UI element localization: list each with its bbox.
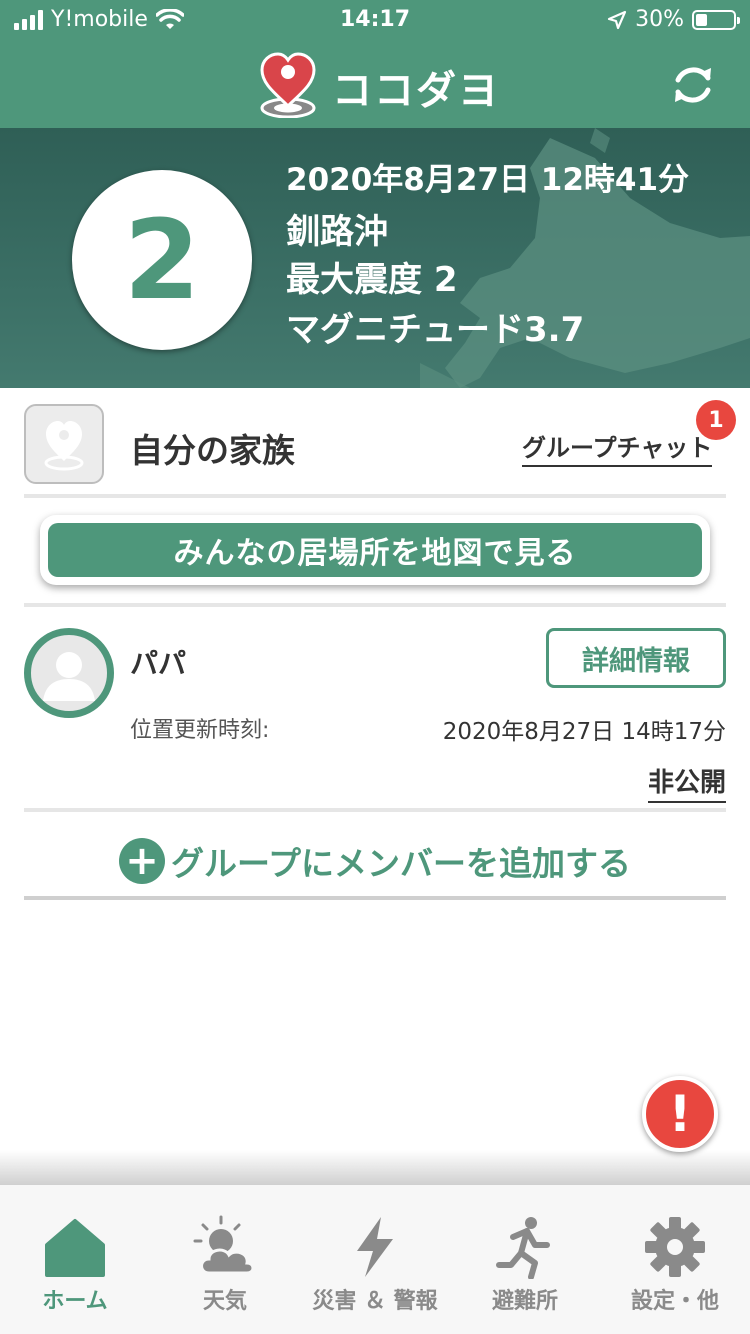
home-icon xyxy=(45,1219,105,1277)
tab-label: 天気 xyxy=(202,1289,247,1314)
refresh-icon[interactable] xyxy=(668,60,718,110)
avatar[interactable] xyxy=(24,628,114,718)
emergency-alert-button[interactable]: ! xyxy=(642,1076,718,1152)
tab-label: 災害 ＆ 警報 xyxy=(312,1289,438,1314)
quake-magnitude: マグニチュード3.7 xyxy=(286,310,585,350)
status-bar: Y!mobile 14:17 30% xyxy=(0,0,750,40)
gear-icon xyxy=(645,1217,705,1277)
tab-shelters[interactable]: 避難所 xyxy=(450,1185,600,1334)
app-logo-icon xyxy=(260,52,316,118)
status-right: 30% xyxy=(607,7,740,32)
battery-fill xyxy=(696,13,707,26)
divider xyxy=(24,494,726,498)
running-person-icon xyxy=(496,1217,550,1279)
view-map-button[interactable]: みんなの居場所を地図で見る xyxy=(48,523,702,577)
tab-home[interactable]: ホーム xyxy=(0,1185,150,1334)
add-member-label: グループにメンバーを追加する xyxy=(170,844,632,883)
detail-info-button[interactable]: 詳細情報 xyxy=(546,628,726,688)
group-chat-link[interactable]: グループチャット xyxy=(522,428,713,467)
add-member-button[interactable]: + グループにメンバーを追加する xyxy=(0,836,750,886)
plus-icon: + xyxy=(118,838,165,884)
tab-disaster-alerts[interactable]: 災害 ＆ 警報 xyxy=(300,1185,450,1334)
member-name: パパ xyxy=(130,647,187,680)
quake-location: 釧路沖 xyxy=(286,212,388,252)
map-button-frame: みんなの居場所を地図で見る xyxy=(40,515,710,585)
intensity-value: 2 xyxy=(123,196,201,324)
tab-label: ホーム xyxy=(42,1289,108,1314)
lightning-icon xyxy=(357,1217,393,1277)
tab-settings[interactable]: 設定・他 xyxy=(600,1185,750,1334)
earthquake-banner[interactable]: 2 2020年8月27日 12時41分 釧路沖 最大震度 2 マグニチュード3.… xyxy=(0,128,750,388)
visibility-link[interactable]: 非公開 xyxy=(647,762,726,803)
group-icon[interactable] xyxy=(24,404,104,484)
group-name: 自分の家族 xyxy=(130,431,295,470)
chat-unread-badge: 1 xyxy=(696,400,736,440)
tab-label: 設定・他 xyxy=(630,1289,719,1314)
intensity-circle: 2 xyxy=(72,170,252,350)
app-title: ココダヨ xyxy=(332,68,500,114)
divider xyxy=(24,603,726,607)
exclamation-icon: ! xyxy=(668,1085,692,1143)
location-arrow-icon xyxy=(607,10,627,29)
battery-icon xyxy=(692,9,740,30)
divider xyxy=(24,808,726,812)
quake-max-intensity: 最大震度 2 xyxy=(286,260,458,300)
nav-bar: ココダヨ xyxy=(0,40,750,128)
location-pin-icon xyxy=(44,421,84,471)
divider xyxy=(24,896,726,900)
person-icon xyxy=(43,652,95,701)
tab-weather[interactable]: 天気 xyxy=(150,1185,300,1334)
quake-datetime: 2020年8月27日 12時41分 xyxy=(286,162,690,198)
location-update-label: 位置更新時刻: xyxy=(130,718,270,743)
battery-percent: 30% xyxy=(635,7,684,32)
location-update-time: 2020年8月27日 14時17分 xyxy=(442,719,726,745)
tab-bar-shadow xyxy=(0,1150,750,1184)
tab-bar: ホーム 天気 災害 ＆ 警報 避難所 設定・他 xyxy=(0,1184,750,1334)
tab-label: 避難所 xyxy=(491,1289,558,1314)
weather-icon xyxy=(193,1215,255,1275)
